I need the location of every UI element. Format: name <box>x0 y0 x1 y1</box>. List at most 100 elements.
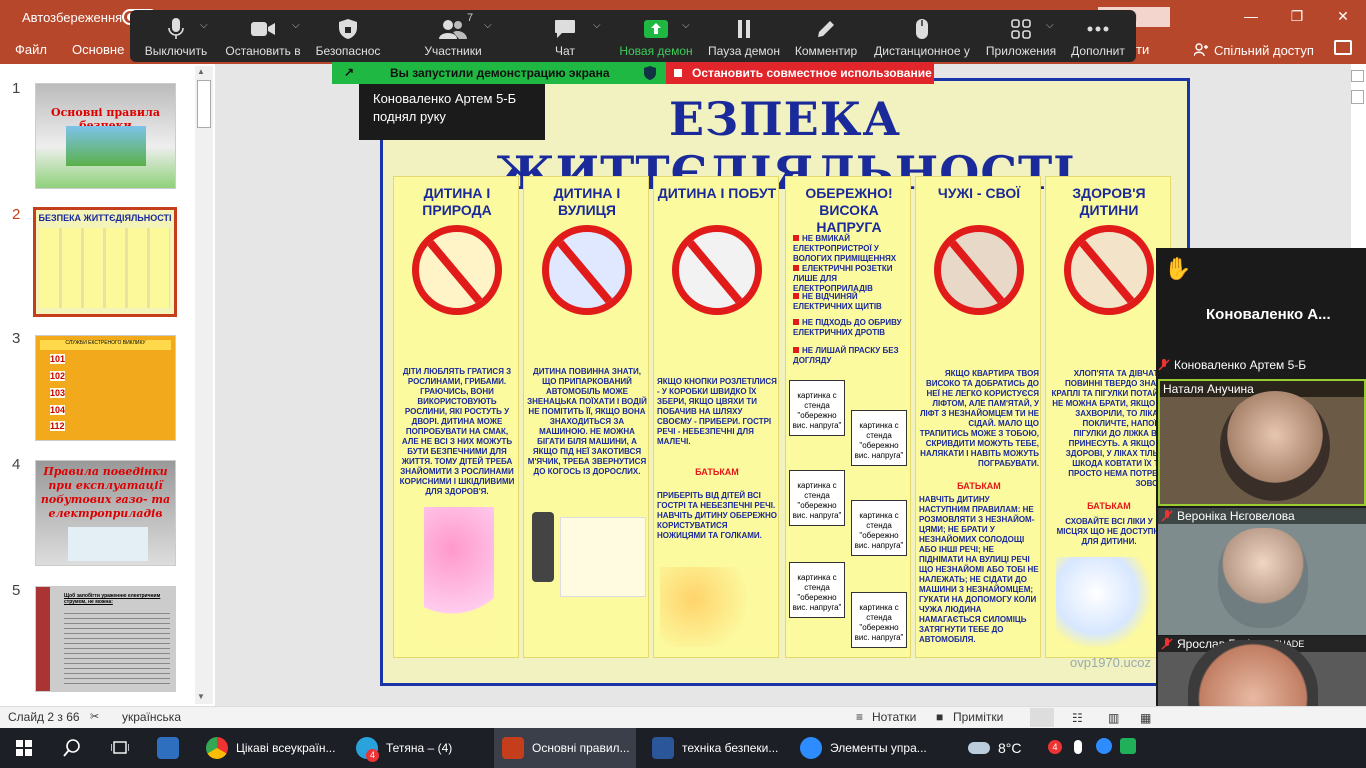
participants-button[interactable]: 7 Участники <box>418 10 488 62</box>
more-button[interactable]: Дополнит <box>1066 10 1130 62</box>
task-view-button[interactable] <box>96 728 144 768</box>
column-text-2: ПРИБЕРІТЬ ВІД ДІТЕЙ ВСІ ГОСТРІ ТА НЕБЕЗП… <box>657 491 778 540</box>
chevron-down-icon[interactable]: ⌵ <box>593 20 601 31</box>
chevron-down-icon[interactable]: ⌵ <box>1046 20 1054 31</box>
taskbar-item-zoom[interactable]: Элементы упра... <box>792 728 936 768</box>
tray-zoom-icon[interactable] <box>1096 738 1112 754</box>
thumb-number: 1 <box>12 80 21 97</box>
weather-widget[interactable]: 8°C <box>968 728 1030 768</box>
sharing-status[interactable]: ↗ Вы запустили демонстрацию экрана <box>332 62 666 84</box>
voltage-bullet: НЕ ВМИКАЙ ЕЛЕКТРОПРИСТРОЇ У ВОЛОГИХ ПРИМ… <box>793 234 913 264</box>
comment-icon[interactable] <box>1334 40 1352 55</box>
tray-app-icon[interactable] <box>1120 738 1136 754</box>
notes-button[interactable]: Нотатки <box>872 710 916 724</box>
tray-notification-badge[interactable]: 4 <box>1048 740 1062 754</box>
thumbnail-slide-5[interactable]: Щоб запобігти ураженню електричним струм… <box>35 586 176 692</box>
remote-control-button[interactable]: Дистанционное у <box>868 10 976 62</box>
task-view-icon <box>111 741 129 754</box>
column-text: ЯКЩО КВАРТИРА ТВОЯ ВИСОКО ТА ДОБРАТИСЬ Д… <box>919 369 1039 468</box>
kids-blocks-illustration <box>660 567 772 647</box>
more-icon <box>1087 16 1109 42</box>
thumb-title: Правила поведінки при експлуатації побут… <box>40 465 171 520</box>
tab-home[interactable]: Основне <box>72 42 124 57</box>
prohibition-sign-icon <box>672 225 762 315</box>
share-button[interactable]: Спільний доступ <box>1193 40 1314 60</box>
column-text: ХЛОП'ЯТА ТА ДІВЧАТКА ПОВИННІ ТВЕРДО ЗНАТ… <box>1051 369 1169 488</box>
powerpoint-status-bar: Слайд 2 з 66 ✂ українська ≡ Нотатки ■ Пр… <box>0 706 1366 728</box>
new-share-button[interactable]: Новая демон <box>616 10 696 62</box>
search-button[interactable] <box>48 728 96 768</box>
thumb-row: 103 <box>50 388 66 398</box>
participant-name-tag: Вероніка Нєговелова <box>1158 508 1366 524</box>
chevron-down-icon[interactable]: ⌵ <box>292 20 300 31</box>
microphone-icon <box>168 16 184 42</box>
thumb-row: 104 <box>50 405 66 415</box>
security-button[interactable]: Безопаснос <box>310 10 386 62</box>
chat-button[interactable]: Чат <box>545 10 585 62</box>
stop-share-label: Остановить совместное использование <box>692 66 932 80</box>
accessibility-icon[interactable]: ✂ <box>90 710 99 723</box>
pause-icon <box>736 16 752 42</box>
scroll-up-icon[interactable]: ▲ <box>197 67 205 76</box>
normal-view-icon[interactable] <box>1030 708 1054 727</box>
taskbar-item-word[interactable]: техніка безпеки... <box>644 728 786 768</box>
comments-icon: ■ <box>936 710 944 724</box>
scroll-up-box[interactable] <box>1351 70 1364 82</box>
raised-hand-notification: Коноваленко Артем 5-Б поднял руку <box>359 84 545 140</box>
calculator-button[interactable] <box>144 728 192 768</box>
pause-share-button[interactable]: Пауза демон <box>704 10 784 62</box>
scroll-thumb[interactable] <box>1351 90 1364 104</box>
muted-mic-icon <box>1161 638 1173 650</box>
chevron-down-icon[interactable]: ⌵ <box>200 20 208 31</box>
taskbar-item-powerpoint[interactable]: Основні правил... <box>494 728 636 768</box>
minimize-icon[interactable]: — <box>1228 0 1274 34</box>
prohibition-sign-icon <box>934 225 1024 315</box>
children-illustration <box>424 507 494 647</box>
screen-share-status-bar: ↗ Вы запустили демонстрацию экрана Остан… <box>332 62 934 84</box>
mute-button[interactable]: Выключить <box>140 10 212 62</box>
thumbnail-slide-4[interactable]: Правила поведінки при експлуатації побут… <box>35 460 176 566</box>
close-icon[interactable]: ✕ <box>1320 0 1366 34</box>
video-tile[interactable]: Наталя Анучина <box>1158 379 1366 506</box>
notification-line: поднял руку <box>373 109 446 124</box>
search-icon <box>63 739 80 757</box>
reading-view-icon[interactable]: ▥ <box>1108 711 1119 725</box>
tab-partial[interactable]: ти <box>1136 42 1149 57</box>
slide-sorter-icon[interactable]: ☷ <box>1072 711 1083 725</box>
stop-video-button[interactable]: Остановить в <box>222 10 304 62</box>
parents-heading: БАТЬКАМ <box>1087 501 1131 511</box>
language-indicator[interactable]: українська <box>122 710 181 724</box>
notes-icon: ≡ <box>856 710 864 724</box>
tray-microphone-icon[interactable] <box>1074 740 1082 754</box>
taskbar-item-chrome[interactable]: Цікаві всеукраїн... <box>198 728 340 768</box>
chevron-down-icon[interactable]: ⌵ <box>682 20 690 31</box>
thumbnail-slide-1[interactable]: Основні правила безпеки <box>35 83 176 189</box>
slideshow-icon[interactable]: ▦ <box>1140 711 1151 725</box>
thumb-row: 102 <box>50 371 66 381</box>
column-text: ДІТИ ЛЮБЛЯТЬ ГРАТИСЯ З РОСЛИНАМИ, ГРИБАМ… <box>399 367 515 496</box>
thumb-number: 5 <box>12 582 21 599</box>
restore-icon[interactable]: ❐ <box>1274 0 1320 34</box>
mouse-icon <box>915 16 929 42</box>
telegram-icon: 4 <box>356 737 379 762</box>
annotate-button[interactable]: Комментир <box>790 10 862 62</box>
thumbnail-slide-3[interactable]: СЛУЖБИ ЕКСТРЕНОГО ВИКЛИКУ 101 102 103 10… <box>35 335 176 441</box>
scroll-down-icon[interactable]: ▼ <box>197 692 205 701</box>
thumb-title: СЛУЖБИ ЕКСТРЕНОГО ВИКЛИКУ <box>40 340 171 350</box>
apps-button[interactable]: Приложения <box>982 10 1060 62</box>
video-tile[interactable]: Вероніка Нєговелова <box>1158 508 1366 635</box>
thumbnail-slide-2[interactable]: БЕЗПЕКА ЖИТТЄДІЯЛЬНОСТІ <box>33 207 177 317</box>
video-name-strip[interactable]: Коноваленко Артем 5-Б <box>1158 358 1366 378</box>
thumb-number: 3 <box>12 330 21 347</box>
stop-share-button[interactable]: Остановить совместное использование <box>666 62 934 84</box>
thumbnail-scrollbar[interactable] <box>195 66 213 704</box>
chevron-down-icon[interactable]: ⌵ <box>484 20 492 31</box>
scrollbar-thumb[interactable] <box>197 80 211 128</box>
taskbar-item-telegram[interactable]: 4 Тетяна – (4) <box>348 728 490 768</box>
comments-button[interactable]: Примітки <box>953 710 1003 724</box>
start-button[interactable] <box>0 728 48 768</box>
column-heading: ДИТИНА І ВУЛИЦЯ <box>553 185 621 218</box>
tab-file[interactable]: Файл <box>15 42 47 57</box>
picture-placeholder: картинка с стенда "обережно вис. напруга… <box>789 562 845 618</box>
traffic-light-illustration <box>532 512 554 582</box>
